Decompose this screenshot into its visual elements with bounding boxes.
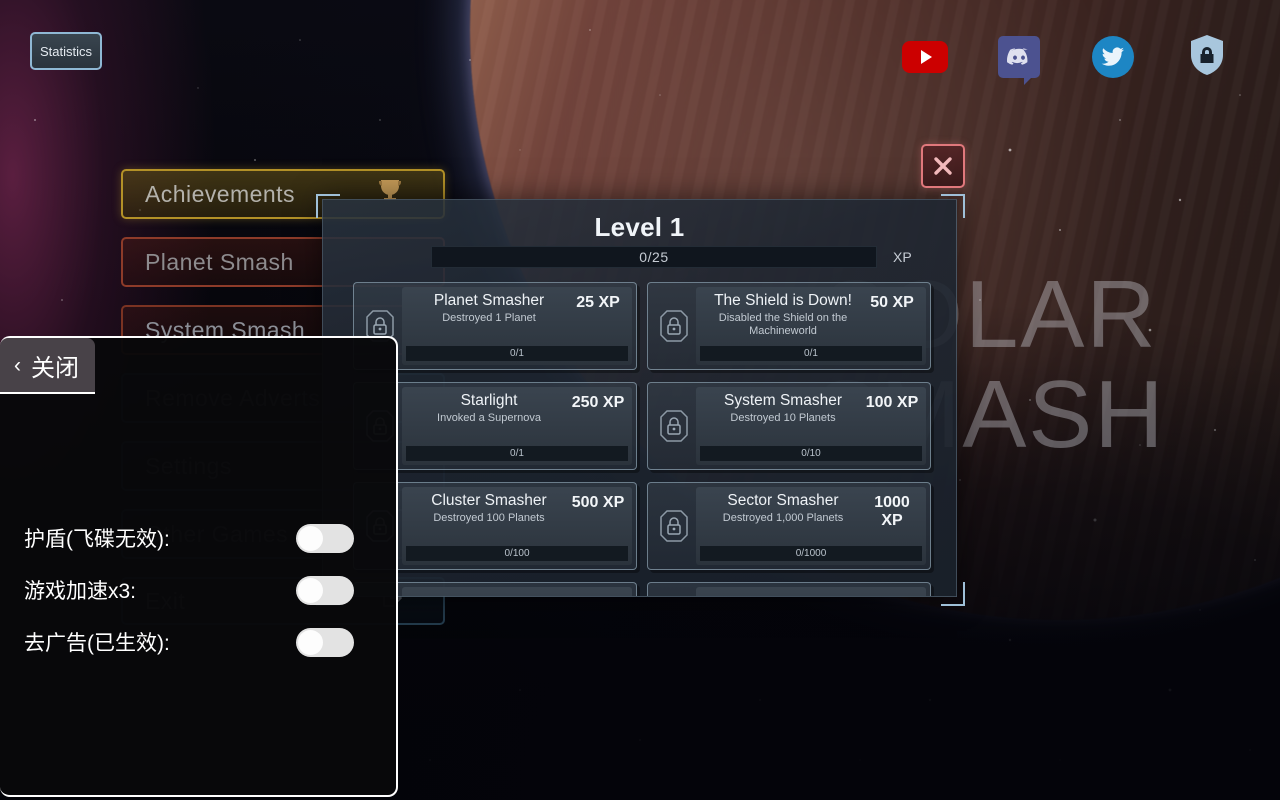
achievement-description: Disabled the Shield on the Machineworld [718,312,848,338]
mod-toggle-knob [298,525,323,551]
mod-toggle-row: 护盾(飞碟无效): [0,512,396,564]
achievement-description: Destroyed 100 Planets [433,512,545,525]
dialog-corner-top-right [941,194,965,218]
mod-toggle-label: 游戏加速x3: [24,580,137,603]
mod-overlay-panel: ‹ 关闭 护盾(飞碟无效): 游戏加速x3: 去广告(已生效): [0,336,398,797]
achievement-progress-bar: 0/1 [406,346,628,361]
mod-toggle-row: 去广告(已生效): [0,616,396,668]
mod-toggle-switch[interactable] [296,627,354,657]
achievement-progress-text: 0/10 [801,448,821,459]
xp-unit-label: XP [893,249,912,265]
achievement-progress-text: 0/1 [510,348,524,359]
privacy-button[interactable]: Privacy [1184,34,1230,80]
achievements-dialog: Level 1 0/25 XP Planet Smasher Destroyed … [322,199,957,597]
discord-icon [998,36,1040,85]
achievement-progress-bar: 0/10 [700,446,922,461]
achievement-card-partial[interactable] [647,582,931,596]
achievement-card[interactable]: System Smasher Destroyed 10 Planets 100 XP… [647,382,931,470]
dialog-corner-top-left [316,194,340,218]
achievement-progress-text: 0/1 [510,448,524,459]
mod-toggle-list: 护盾(飞碟无效): 游戏加速x3: 去广告(已生效): [0,394,396,668]
achievement-lock-icon [652,587,696,596]
achievement-description: Destroyed 10 Planets [730,412,836,425]
close-dialog-button[interactable] [921,144,965,188]
dialog-title: Level 1 [594,212,685,242]
dialog-corner-bottom-right [941,582,965,606]
achievement-xp: 25 XP [576,294,620,311]
discord-button[interactable]: Discord [996,34,1042,85]
achievement-description: Destroyed 1,000 Planets [722,512,844,525]
achievement-progress-text: 0/1 [804,348,818,359]
mod-toggle-switch[interactable] [296,523,354,553]
achievement-card[interactable]: Sector Smasher Destroyed 1,000 Planets 100… [647,482,931,570]
achievement-description: Invoked a Supernova [437,412,541,425]
xp-bar-row: 0/25 XP [431,246,943,268]
achievement-progress-bar: 0/100 [406,546,628,561]
achievement-name: Starlight [460,392,518,409]
mod-close-button[interactable]: ‹ 关闭 [0,338,95,394]
achievement-name: Planet Smasher [433,292,545,309]
achievement-progress-text: 0/1000 [795,548,827,559]
privacy-shield-lock-icon [1189,34,1225,81]
achievement-name: System Smasher [723,392,842,409]
achievement-progress-text: 0/100 [504,548,530,559]
achievement-lock-icon [652,387,696,465]
twitter-button[interactable]: Twitter [1090,34,1136,80]
achievement-xp: 250 XP [571,394,625,411]
menu-item-achievements-label: Achievements [145,180,295,207]
youtube-button[interactable]: YouTube [902,34,948,80]
achievement-progress-bar: 0/1 [700,346,922,361]
mod-close-label: 关闭 [31,354,79,382]
achievement-xp: 100 XP [865,394,919,411]
xp-progress-bar: 0/25 [431,246,877,268]
achievements-grid: Planet Smasher Destroyed 1 Planet 25 XP 0/1… [353,282,931,596]
tab-statistics-label: Statistics [39,43,92,59]
twitter-icon [1092,36,1134,78]
achievement-xp: 500 XP [571,494,625,511]
achievement-description: Destroyed 1 Planet [442,312,536,325]
achievement-name: The Shield is Down! [714,292,852,309]
achievement-progress-bar: 0/1 [406,446,628,461]
xp-progress-text: 0/25 [639,249,669,265]
mod-toggle-knob [298,577,323,603]
achievement-lock-icon [652,487,696,565]
tab-statistics[interactable]: Statistics [30,32,102,70]
achievement-xp: 50 XP [870,294,914,311]
achievement-card[interactable]: The Shield is Down! Disabled the Shield o… [647,282,931,370]
mod-toggle-label: 护盾(飞碟无效): [24,528,170,551]
achievement-progress-bar: 0/1000 [700,546,922,561]
chevron-left-icon: ‹ [14,353,21,377]
mod-toggle-row: 游戏加速x3: [0,564,396,616]
mod-toggle-label: 去广告(已生效): [24,632,170,655]
achievement-name: Sector Smasher [727,492,839,509]
menu-item-planet-smash-label: Planet Smash [145,248,294,275]
close-icon [934,157,952,175]
achievement-xp: 1000 XP [874,494,910,530]
achievement-lock-icon [652,287,696,365]
mod-toggle-knob [298,629,323,655]
social-links-bar: YouTube Discord Twitter Privacy [902,34,1230,85]
mod-toggle-switch[interactable] [296,575,354,605]
youtube-icon [902,41,948,73]
achievement-name: Cluster Smasher [431,492,547,509]
